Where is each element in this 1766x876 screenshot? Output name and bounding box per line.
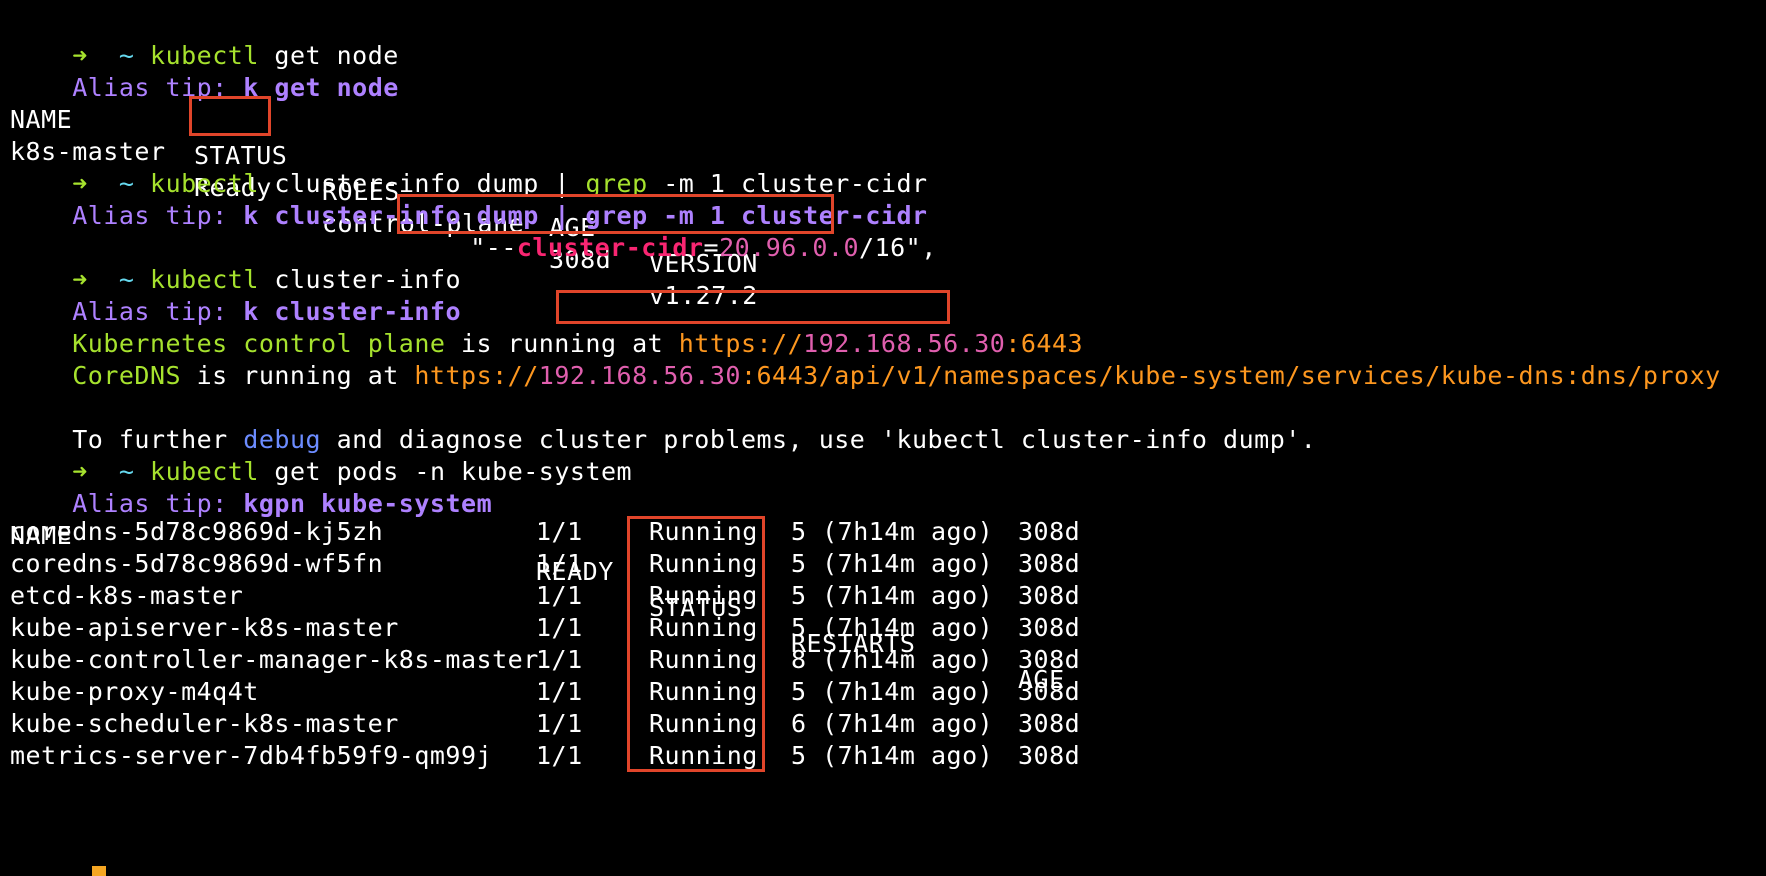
pod-name: metrics-server-7db4fb59f9-qm99j	[10, 741, 493, 770]
pod-restarts: 5 (7h14m ago)	[791, 517, 994, 546]
cidr-flag: cluster-cidr	[516, 233, 704, 262]
pod-age: 308d	[1018, 677, 1081, 706]
pod-status: Running	[649, 549, 758, 578]
pod-ready: 1/1	[536, 645, 583, 674]
pod-age: 308d	[1018, 613, 1081, 642]
pod-restarts: 5 (7h14m ago)	[791, 581, 994, 610]
alias-tip-line: Alias tip: k cluster-info dump | grep -m…	[10, 162, 928, 230]
pod-ready: 1/1	[536, 517, 583, 546]
alias-tip-line: Alias tip: k cluster-info	[10, 258, 461, 326]
alias-tip-line: Alias tip: k get node	[10, 34, 399, 102]
pod-status: Running	[649, 613, 758, 642]
cluster-cidr-output: "--cluster-cidr=20.96.0.0/16",	[470, 233, 937, 262]
pod-name: kube-controller-manager-k8s-master	[10, 645, 539, 674]
pod-age: 308d	[1018, 709, 1081, 738]
table-row: coredns-5d78c9869d-kj5zh 1/1 Running 5 (7h1…	[10, 514, 1210, 550]
pod-ready: 1/1	[536, 741, 583, 770]
pod-restarts: 5 (7h14m ago)	[791, 549, 994, 578]
pod-ready: 1/1	[536, 709, 583, 738]
prompt-line: ➜ ~ kubectl get pods -n kube-system	[10, 418, 632, 486]
table-row: metrics-server-7db4fb59f9-qm99j 1/1 Runnin…	[10, 738, 1210, 774]
pod-status: Running	[649, 581, 758, 610]
pod-restarts: 6 (7h14m ago)	[791, 709, 994, 738]
pod-age: 308d	[1018, 581, 1081, 610]
alias-tip-line: Alias tip: kgpn kube-system	[10, 450, 492, 518]
pod-name: coredns-5d78c9869d-kj5zh	[10, 517, 384, 546]
prompt-line: ➜ ~ kubectl cluster-info dump | grep -m …	[10, 130, 928, 198]
pod-name: coredns-5d78c9869d-wf5fn	[10, 549, 384, 578]
pod-name: kube-proxy-m4q4t	[10, 677, 259, 706]
pod-ready: 1/1	[536, 581, 583, 610]
coredns-line: CoreDNS is running at https://192.168.56…	[72, 361, 1721, 390]
pod-status: Running	[649, 741, 758, 770]
pod-age: 308d	[1018, 517, 1081, 546]
pods-table-header: NAME READY STATUS RESTARTS AGE	[10, 482, 1210, 694]
pod-name: etcd-k8s-master	[10, 581, 244, 610]
pod-restarts: 5 (7h14m ago)	[791, 613, 994, 642]
pod-restarts: 5 (7h14m ago)	[791, 677, 994, 706]
pod-name: kube-apiserver-k8s-master	[10, 613, 399, 642]
pod-name: kube-scheduler-k8s-master	[10, 709, 399, 738]
node-table-header: NAME STATUS ROLES AGE VERSION	[10, 66, 1010, 278]
table-row: kube-controller-manager-k8s-master 1/1 Run…	[10, 642, 1210, 678]
pod-age: 308d	[1018, 549, 1081, 578]
terminal-window[interactable]: ➜ ~ kubectl get node Alias tip: k get no…	[0, 0, 1766, 876]
pod-restarts: 5 (7h14m ago)	[791, 741, 994, 770]
table-row: etcd-k8s-master 1/1 Running 5 (7h14m ago) 30…	[10, 578, 1210, 614]
pod-ready: 1/1	[536, 677, 583, 706]
pod-ready: 1/1	[536, 613, 583, 642]
table-row: kube-apiserver-k8s-master 1/1 Running 5 (7h…	[10, 610, 1210, 646]
control-plane-line: Kubernetes control plane is running at h…	[72, 329, 1084, 358]
pod-age: 308d	[1018, 741, 1081, 770]
pod-age: 308d	[1018, 645, 1081, 674]
pod-restarts: 8 (7h14m ago)	[791, 645, 994, 674]
cidr-ip: 20.96.0.0	[719, 233, 860, 262]
pod-status: Running	[649, 709, 758, 738]
pod-status: Running	[649, 517, 758, 546]
table-row: kube-proxy-m4q4t 1/1 Running 5 (7h14m ago) 3…	[10, 674, 1210, 710]
pod-ready: 1/1	[536, 549, 583, 578]
pod-status: Running	[649, 645, 758, 674]
table-row: kube-scheduler-k8s-master 1/1 Running 6 (7h…	[10, 706, 1210, 742]
pod-status: Running	[649, 677, 758, 706]
node-table-row: k8s-master Ready control-plane 308d v1.2…	[10, 98, 1010, 310]
terminal-cursor	[92, 866, 106, 876]
prompt-line: ➜ ~ kubectl cluster-info	[10, 226, 461, 294]
debug-hint-line: To further debug and diagnose cluster pr…	[72, 425, 1317, 454]
table-row: coredns-5d78c9869d-wf5fn 1/1 Running 5 (7h1…	[10, 546, 1210, 582]
prompt-line: ➜ ~ kubectl get node	[10, 2, 399, 70]
